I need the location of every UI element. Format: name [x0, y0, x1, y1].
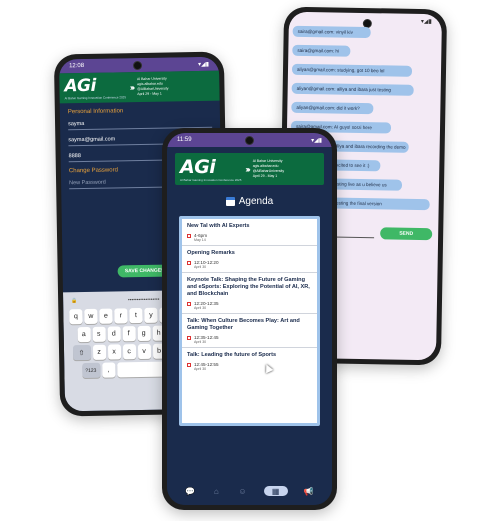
calendar-icon — [225, 196, 235, 206]
agenda-item[interactable]: New Tal with AI Experts 4-6pm May 14 — [182, 219, 317, 246]
chevrons-icon: ››››› — [245, 164, 251, 174]
agenda-item-meta: 12:10-12:20 April 30 — [187, 260, 312, 269]
agenda-item-title: Opening Remarks — [187, 250, 235, 256]
chevrons-icon: ››››› — [129, 82, 134, 92]
agenda-item[interactable]: Opening Remarks 12:10-12:20 April 30 — [182, 246, 317, 273]
agenda-screen: 11:59 ▾◢▮ AGi Al Bahar Gaming Innovation… — [167, 133, 332, 505]
announcements-icon[interactable]: 📢 — [304, 486, 314, 496]
status-icons: ▾◢▮ — [198, 61, 210, 68]
bottom-nav: 💬 ⌂ ☺ ▦ 📢 — [167, 477, 332, 505]
agenda-icon[interactable]: ▦ — [263, 486, 288, 496]
key[interactable]: r — [114, 308, 128, 324]
chat-message: saira@gmail.com: hi — [292, 44, 351, 57]
agenda-item-meta: 4-6pm May 14 — [187, 233, 312, 242]
calendar-icon — [187, 363, 191, 367]
conference-banner: AGi Al Bahar Gaming Innovation Conferenc… — [59, 70, 220, 104]
comma-key[interactable]: , — [101, 362, 116, 378]
home-icon[interactable]: ⌂ — [211, 486, 221, 496]
key[interactable]: y — [144, 307, 158, 323]
agenda-item[interactable]: Talk: Leading the future of Sports 12:45… — [182, 348, 317, 374]
conference-banner: AGi Al Bahar Gaming Innovation Conferenc… — [175, 153, 324, 185]
agenda-item-date: May 14 — [194, 238, 206, 242]
key[interactable]: w — [84, 308, 98, 325]
banner-subtitle: Al Bahar Gaming Innovation Conference 20… — [64, 95, 127, 101]
page-title: Agenda — [238, 195, 274, 207]
key[interactable]: g — [137, 325, 151, 342]
agenda-item-meta: 12:20-12:35 April 30 — [187, 301, 312, 310]
status-time: 12:08 — [69, 62, 85, 70]
agenda-list: New Tal with AI Experts 4-6pm May 14 Ope… — [179, 216, 320, 426]
banner-subtitle: Al Bahar Gaming Innovation Conference 20… — [180, 178, 242, 182]
key[interactable]: z — [92, 344, 106, 360]
agenda-item-title: New Tal with AI Experts — [187, 223, 250, 229]
numbers-key[interactable]: ?123 — [81, 362, 101, 379]
banner-logo-block: AGi Al Bahar Gaming Innovation Conferenc… — [180, 156, 241, 182]
key[interactable]: s — [92, 326, 106, 342]
banner-info: Al Bahar University agis.albahar.edu @Al… — [253, 159, 284, 179]
key[interactable]: d — [107, 326, 121, 342]
chat-message: aliyan@gmail.com: alliya and ibara just … — [291, 82, 414, 96]
agenda-item-date: April 30 — [194, 367, 207, 371]
agenda-item-title: Talk: When Culture Becomes Play: Art and… — [187, 318, 300, 331]
key[interactable]: q — [69, 309, 83, 325]
calendar-icon — [187, 261, 191, 265]
calendar-icon — [187, 302, 191, 306]
key[interactable]: v — [137, 343, 151, 360]
personal-info-label: Personal Information — [67, 108, 124, 116]
password-mask: •••••••••••••••••• — [127, 296, 160, 304]
shift-key[interactable]: ⇧ — [72, 344, 91, 361]
key[interactable]: x — [107, 344, 121, 360]
agenda-item-title: Keynote Talk: Shaping the Future of Gami… — [187, 277, 310, 297]
agenda-item[interactable]: Keynote Talk: Shaping the Future of Gami… — [182, 273, 317, 314]
chat-message: aliyan@gmail.com: did it work? — [291, 101, 374, 115]
banner-logo-block: AGi Al Bahar Gaming Innovation Conferenc… — [64, 75, 127, 101]
agenda-item-date: April 30 — [194, 340, 207, 344]
agenda-item-meta: 12:35-12:45 April 30 — [187, 335, 312, 344]
camera-icon — [245, 136, 254, 145]
lock-icon: 🔒 — [71, 298, 78, 305]
agenda-item-meta: 12:45-12:55 April 30 — [187, 362, 312, 371]
agi-logo: AGi — [64, 75, 97, 97]
agenda-item-date: April 30 — [194, 306, 207, 310]
chat-message: aliyan@gmail.com: studying, got 10 beo l… — [291, 63, 413, 77]
camera-icon — [132, 60, 143, 71]
banner-info: Al Bahar University agis.albahar.edu @Al… — [137, 77, 169, 98]
agenda-item-date: April 30 — [194, 265, 207, 269]
status-icons: ▾◢▮ — [311, 137, 322, 144]
calendar-icon — [187, 336, 191, 340]
profile-icon[interactable]: ☺ — [237, 486, 247, 496]
key[interactable]: t — [129, 308, 143, 324]
send-button[interactable]: SEND — [380, 227, 433, 241]
agenda-phone: 11:59 ▾◢▮ AGi Al Bahar Gaming Innovation… — [162, 128, 337, 510]
chat-icon[interactable]: 💬 — [185, 486, 195, 496]
banner-info-line: April 29 - May 1 — [137, 91, 162, 97]
banner-info-line: April 29 - May 1 — [252, 174, 278, 178]
key[interactable]: e — [99, 308, 113, 324]
status-icons: ▾◢▮ — [420, 18, 432, 25]
status-time: 11:59 — [177, 137, 192, 143]
key[interactable]: a — [77, 326, 91, 343]
agenda-header: Agenda — [167, 191, 332, 211]
key[interactable]: c — [122, 344, 136, 360]
calendar-icon — [187, 234, 191, 238]
chat-message: saira@gmail.com: vinyil kiv — [292, 25, 371, 39]
agi-logo: AGi — [180, 156, 216, 178]
agenda-item-title: Talk: Leading the future of Sports — [187, 352, 277, 358]
key[interactable]: f — [122, 326, 136, 342]
agenda-item[interactable]: Talk: When Culture Becomes Play: Art and… — [182, 314, 317, 348]
